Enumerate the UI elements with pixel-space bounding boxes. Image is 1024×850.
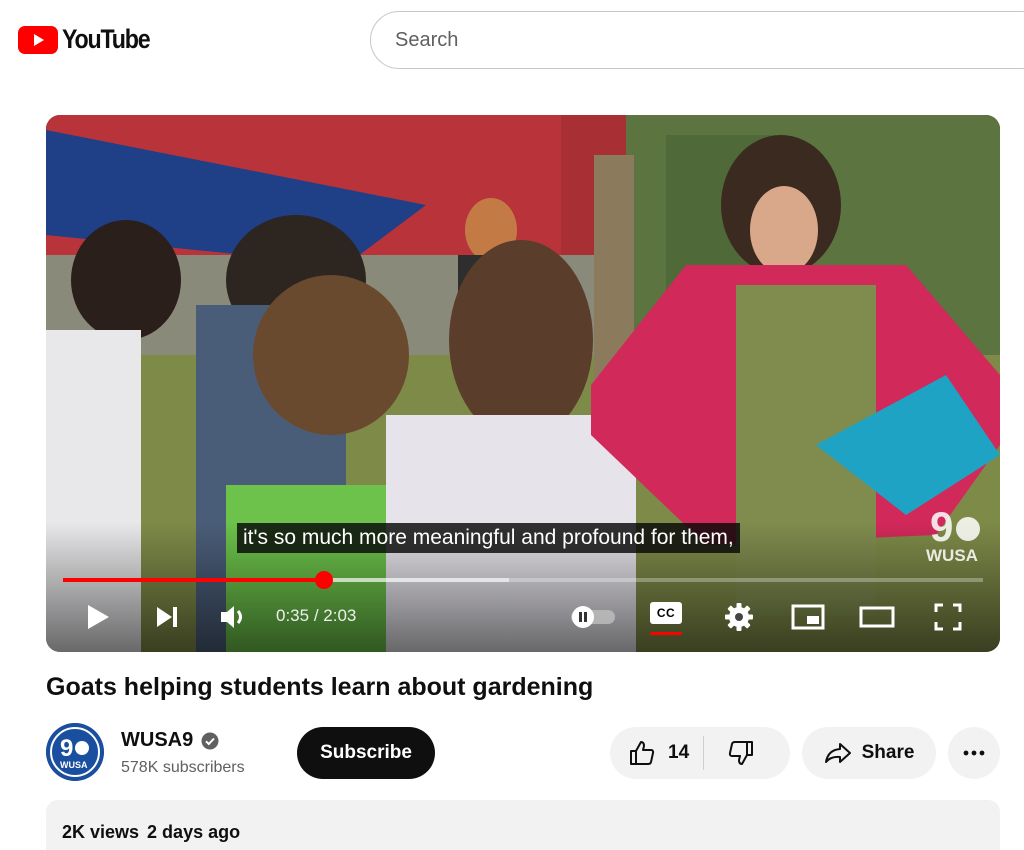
wusa9-avatar-icon: 9 WUSA	[46, 723, 104, 781]
miniplayer-button[interactable]	[788, 597, 828, 637]
subscribe-button[interactable]: Subscribe	[297, 727, 435, 779]
miniplayer-icon	[791, 604, 825, 630]
channel-name-link[interactable]: WUSA9	[121, 729, 219, 752]
share-label: Share	[861, 742, 915, 763]
search-input[interactable]	[395, 28, 995, 52]
progress-bar[interactable]	[63, 571, 983, 589]
progress-played	[63, 578, 325, 582]
masthead: YouTube	[0, 0, 1024, 82]
subscriber-count: 578K subscribers	[121, 759, 245, 776]
captions-icon: CC	[650, 602, 682, 624]
volume-icon	[221, 606, 242, 628]
view-count: 2K views	[62, 822, 140, 842]
caption-text: it's so much more meaningful and profoun…	[237, 523, 740, 553]
like-dislike-group: 14	[610, 727, 790, 779]
channel-avatar[interactable]: 9 WUSA	[46, 723, 104, 781]
gear-icon	[725, 603, 753, 631]
watermark-wordmark: WUSA	[926, 546, 978, 565]
avatar-wordmark: WUSA	[60, 760, 88, 770]
share-arrow-icon	[824, 743, 851, 763]
wusa-watermark-icon: 9 WUSA	[926, 503, 980, 565]
fullscreen-icon	[934, 603, 962, 631]
settings-button[interactable]	[719, 597, 759, 637]
video-title: Goats helping students learn about garde…	[46, 673, 594, 701]
like-count: 14	[668, 742, 690, 763]
captions-active-indicator	[650, 632, 682, 635]
mute-button[interactable]	[216, 597, 252, 637]
youtube-play-logo-icon	[18, 25, 58, 54]
thumbs-up-icon	[630, 741, 655, 765]
autoplay-toggle-icon	[571, 606, 615, 628]
more-actions-button[interactable]	[948, 727, 1000, 779]
verified-badge-icon	[201, 732, 219, 749]
watermark-numeral: 9	[930, 503, 953, 550]
logo-text: YouTube	[62, 24, 151, 54]
fullscreen-button[interactable]	[928, 597, 968, 637]
youtube-logo[interactable]: YouTube	[18, 24, 164, 55]
channel-name: WUSA9	[121, 729, 194, 751]
channel-watermark: 9 WUSA	[924, 503, 986, 572]
time-display: 0:35 / 2:03	[276, 606, 356, 626]
autoplay-toggle[interactable]	[566, 597, 620, 637]
more-horizontal-icon	[963, 750, 985, 756]
play-icon	[88, 605, 109, 629]
video-player[interactable]: it's so much more meaningful and profoun…	[46, 115, 1000, 652]
captions-button[interactable]: CC	[646, 597, 686, 637]
svg-text:9: 9	[60, 735, 73, 762]
play-button[interactable]	[80, 597, 116, 637]
dislike-button[interactable]	[704, 727, 778, 779]
description-box[interactable]: 2K views 2 days ago	[46, 800, 1000, 850]
like-button[interactable]: 14	[610, 727, 703, 779]
time-separator: /	[309, 606, 324, 625]
current-time: 0:35	[276, 606, 310, 625]
share-button[interactable]: Share	[802, 727, 936, 779]
upload-date: 2 days ago	[147, 822, 241, 842]
duration: 2:03	[323, 606, 357, 625]
search-box[interactable]	[370, 11, 1024, 69]
theater-mode-button[interactable]	[856, 597, 898, 637]
thumbs-down-icon	[729, 741, 754, 765]
next-button[interactable]	[149, 597, 185, 637]
theater-mode-icon	[859, 606, 895, 628]
captions-icon-label: CC	[656, 606, 676, 620]
skip-next-icon	[157, 607, 177, 627]
